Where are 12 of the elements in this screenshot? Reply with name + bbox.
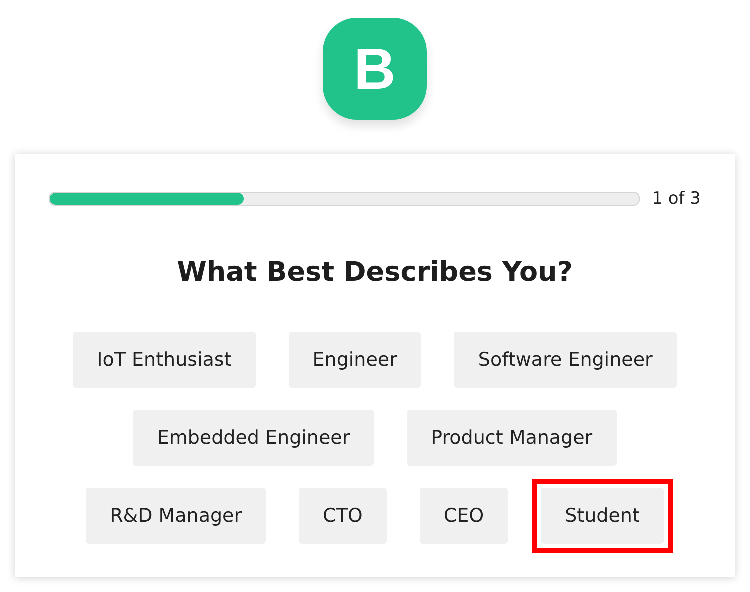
option-button[interactable]: CTO: [299, 488, 387, 544]
option-button[interactable]: Product Manager: [407, 410, 617, 466]
option-button[interactable]: CEO: [420, 488, 508, 544]
progress-reading: 1 of 3: [652, 189, 701, 209]
option-button[interactable]: IoT Enthusiast: [73, 332, 256, 388]
logo: B: [323, 18, 427, 120]
option-button[interactable]: Embedded Engineer: [133, 410, 374, 466]
option-button[interactable]: R&D Manager: [86, 488, 266, 544]
option-button[interactable]: Engineer: [288, 332, 422, 388]
option-button[interactable]: Software Engineer: [454, 332, 677, 388]
question-title: What Best Describes You?: [177, 257, 573, 288]
option-button[interactable]: Student: [541, 488, 664, 544]
